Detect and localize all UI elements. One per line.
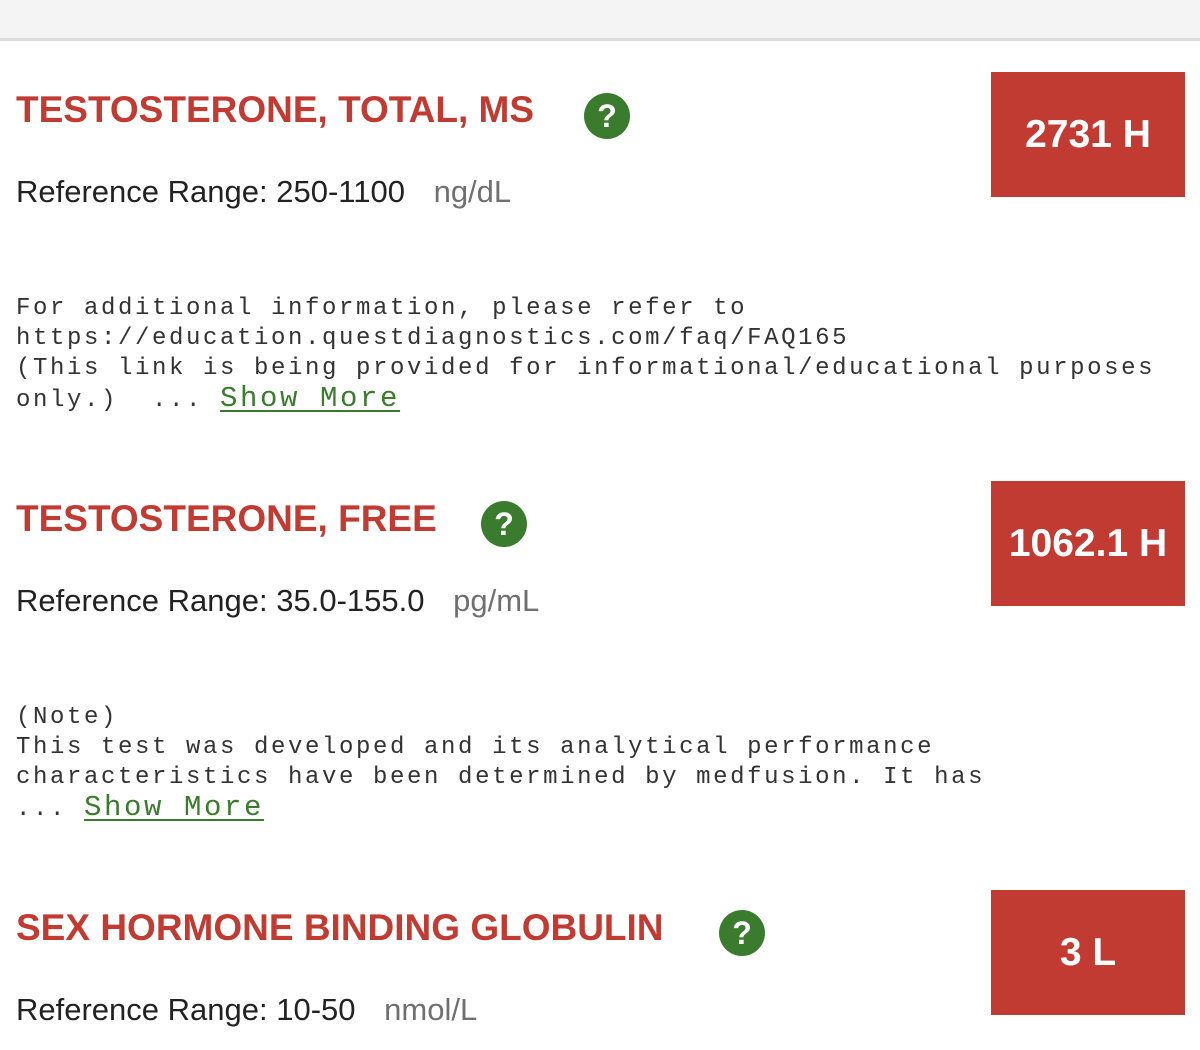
result-value-badge: 3 L xyxy=(991,890,1185,1015)
question-circle-icon[interactable]: ? xyxy=(719,910,765,956)
test-name: SEX HORMONE BINDING GLOBULIN xyxy=(16,907,664,948)
result-value-badge: 2731 H xyxy=(991,72,1185,197)
note-line: (This link is being provided for informa… xyxy=(16,355,1156,382)
note-line: This test was developed and its analytic… xyxy=(16,734,935,761)
reference-range: Reference Range: 250-1100 ng/dL xyxy=(16,176,511,207)
reference-range-unit: pg/mL xyxy=(453,583,540,618)
reference-range-label: Reference Range: xyxy=(16,174,268,209)
note-line: https://education.questdiagnostics.com/f… xyxy=(16,325,850,352)
note-line: only.) ... xyxy=(16,387,221,414)
reference-range-value: 250-1100 xyxy=(276,174,405,209)
note-line: (Note) xyxy=(16,704,119,731)
top-bar xyxy=(0,0,1200,41)
reference-range-label: Reference Range: xyxy=(16,992,268,1027)
question-circle-icon[interactable]: ? xyxy=(584,93,630,139)
reference-range-value: 10-50 xyxy=(276,992,356,1027)
result-note: For additional information, please refer… xyxy=(16,264,1155,416)
reference-range-unit: ng/dL xyxy=(433,174,512,209)
test-name: TESTOSTERONE, TOTAL, MS xyxy=(16,89,535,130)
reference-range-unit: nmol/L xyxy=(384,992,478,1027)
reference-range: Reference Range: 35.0-155.0 pg/mL xyxy=(16,585,539,616)
note-line: characteristics have been determined by … xyxy=(16,764,986,791)
reference-range: Reference Range: 10-50 nmol/L xyxy=(16,994,477,1025)
question-circle-icon[interactable]: ? xyxy=(481,501,527,547)
note-line: ... xyxy=(16,796,85,823)
show-more-link[interactable]: Show More xyxy=(220,382,400,415)
result-note: (Note) This test was developed and its a… xyxy=(16,673,985,825)
result-value-badge: 1062.1 H xyxy=(991,481,1185,606)
test-name: TESTOSTERONE, FREE xyxy=(16,498,437,539)
note-line: For additional information, please refer… xyxy=(16,295,748,322)
show-more-link[interactable]: Show More xyxy=(84,791,264,824)
reference-range-value: 35.0-155.0 xyxy=(276,583,425,618)
lab-results-page: TESTOSTERONE, TOTAL, MS ? Reference Rang… xyxy=(0,0,1200,1050)
reference-range-label: Reference Range: xyxy=(16,583,268,618)
